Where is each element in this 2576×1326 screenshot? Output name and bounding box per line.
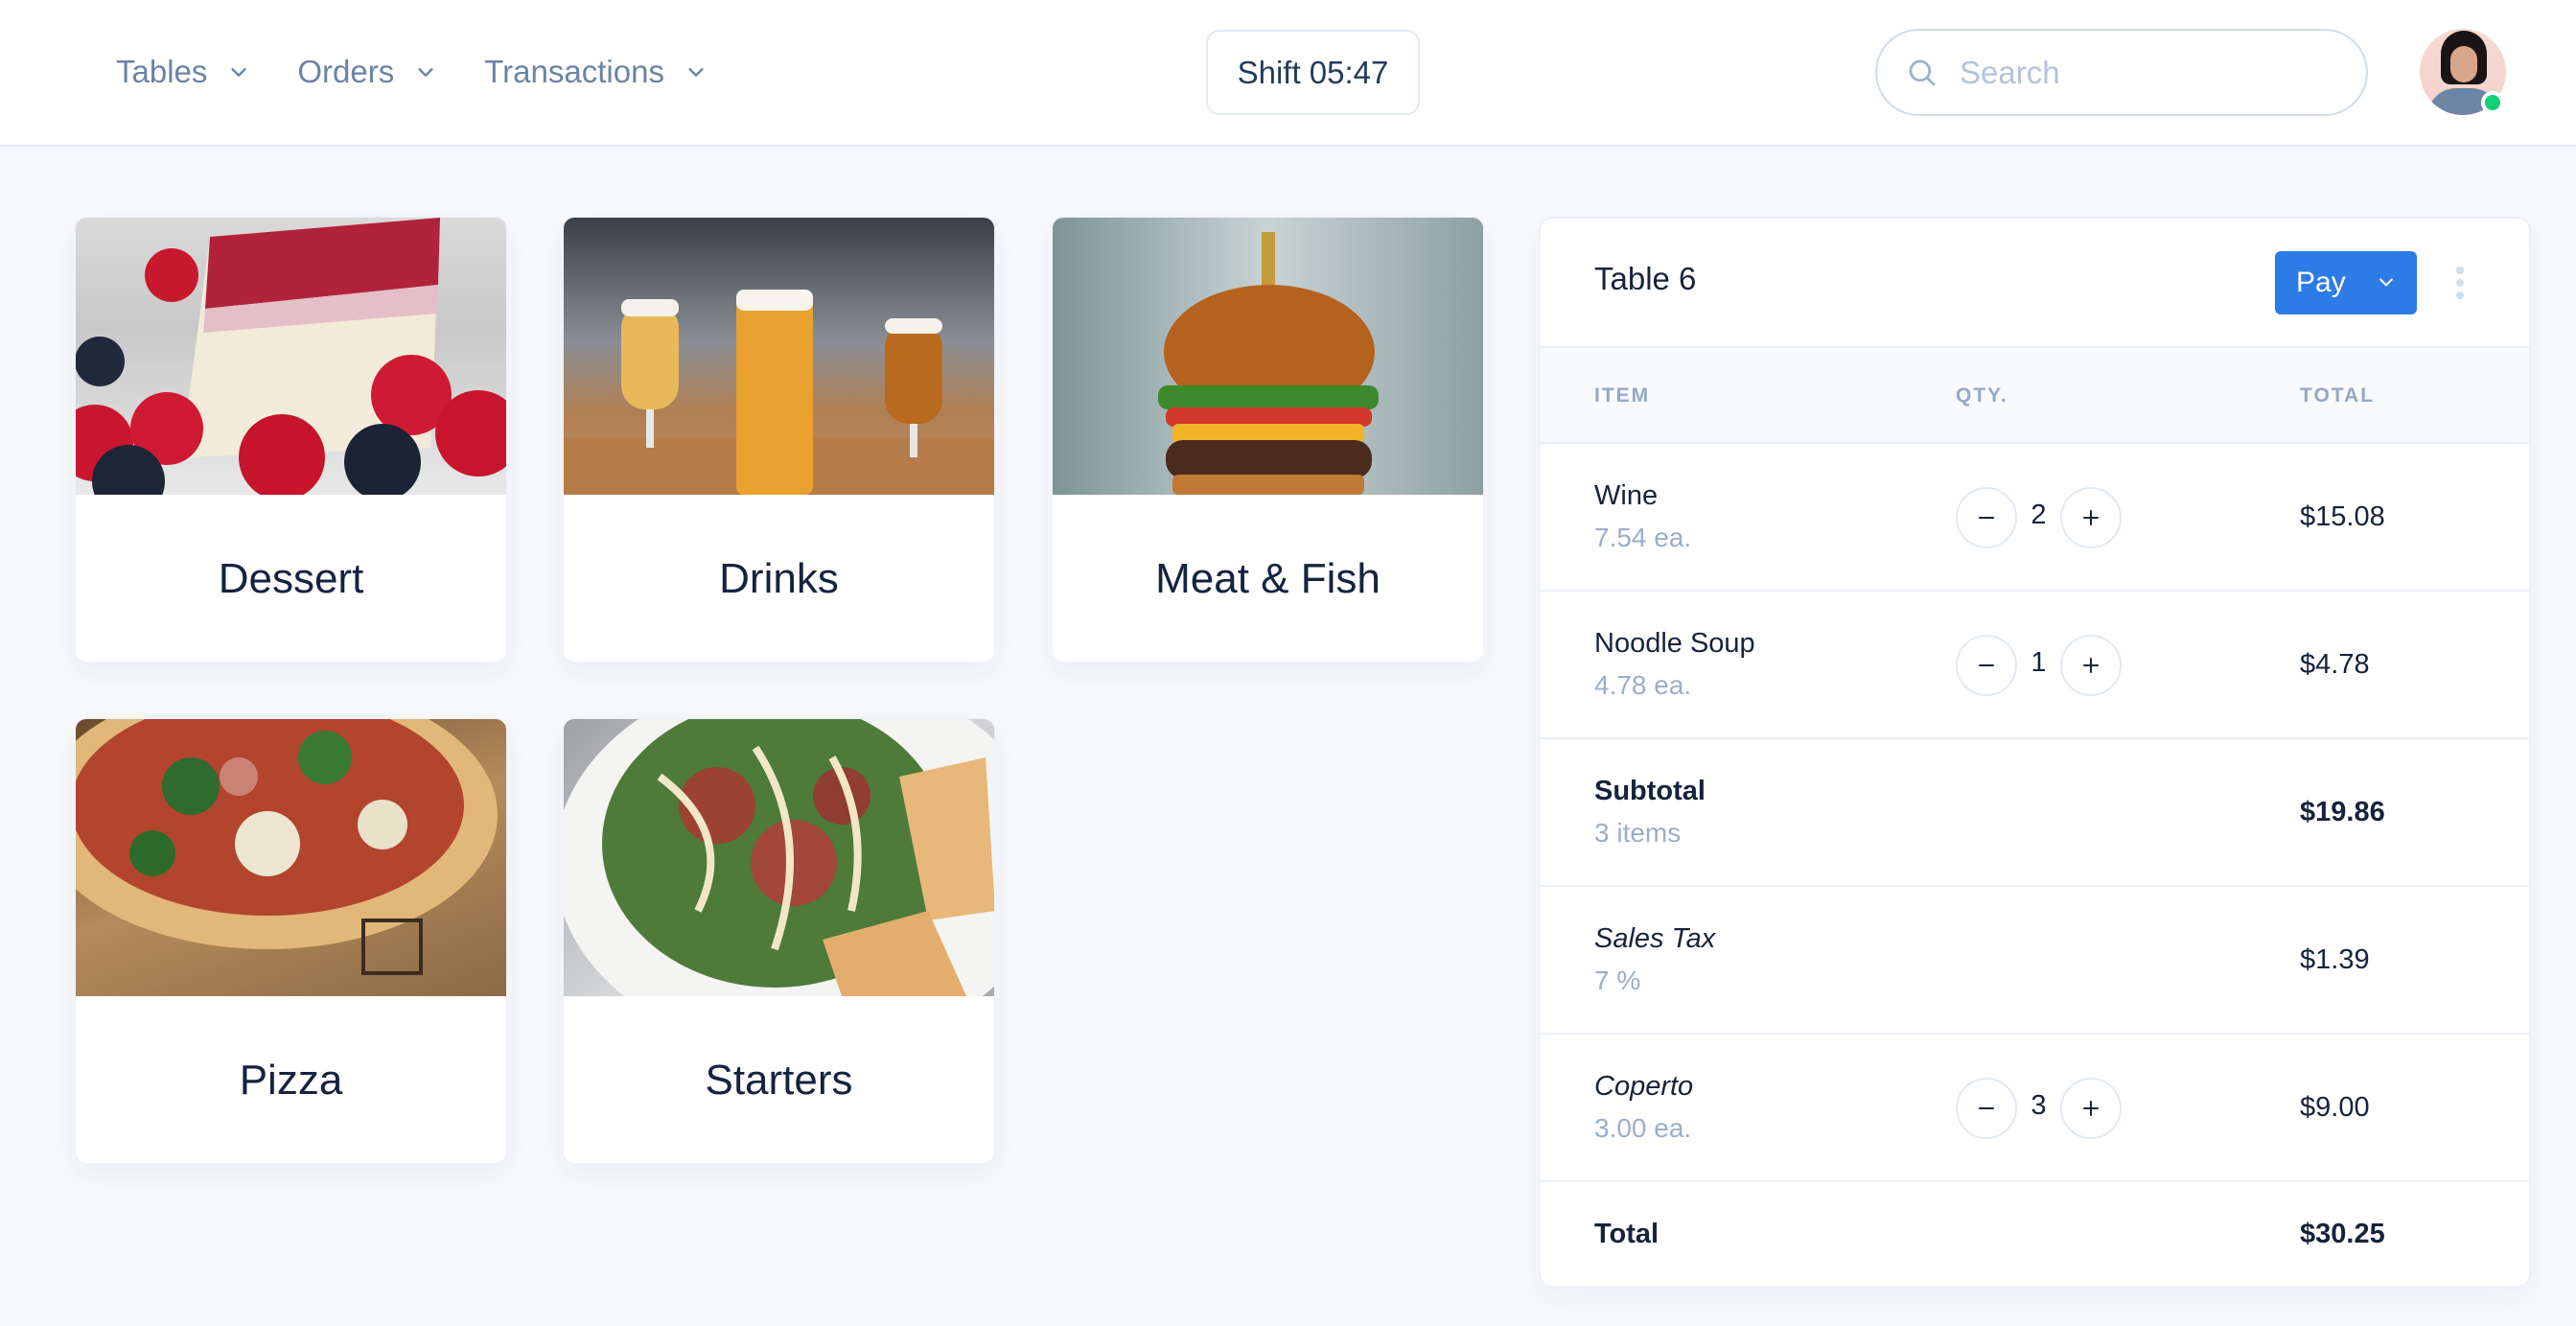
order-panel: Table 6 Pay ITEM QTY. TOTAL Wine 7.54 ea… (1539, 217, 2531, 1288)
chevron-down-icon (415, 61, 436, 82)
chevron-down-icon (228, 61, 249, 82)
order-panel-header: Table 6 Pay (1541, 219, 2529, 348)
sales-tax-amount: $1.39 (2300, 944, 2370, 975)
shift-timer-button[interactable]: Shift 05:47 (1206, 30, 1420, 115)
item-unit-price: 4.78 ea. (1594, 670, 1692, 700)
search-box[interactable] (1875, 29, 2368, 116)
coperto-row: Coperto 3.00 ea. 3 $9.00 (1541, 1035, 2529, 1182)
nav-transactions[interactable]: Transactions (484, 54, 707, 90)
category-label: Drinks (719, 555, 839, 602)
sales-tax-label: Sales Tax (1594, 923, 1716, 954)
increment-button[interactable] (2060, 1078, 2122, 1139)
coperto-unit-price: 3.00 ea. (1594, 1113, 1692, 1143)
quantity-value: 1 (2031, 646, 2047, 678)
nav-transactions-label: Transactions (484, 54, 664, 89)
nav-orders[interactable]: Orders (297, 54, 436, 90)
online-status-indicator (2481, 91, 2504, 114)
decrement-button[interactable] (1956, 635, 2017, 696)
quantity-stepper: 3 (1956, 1078, 2122, 1139)
nav-tables-label: Tables (116, 54, 208, 89)
dessert-image (76, 218, 506, 495)
plus-icon (2083, 658, 2099, 673)
increment-button[interactable] (2060, 487, 2122, 548)
quantity-value: 3 (2031, 1089, 2047, 1121)
minus-icon (1979, 664, 1994, 666)
more-options-icon[interactable] (2446, 259, 2474, 307)
pay-button-label: Pay (2296, 267, 2346, 298)
main-nav: Tables Orders Transactions (116, 0, 754, 144)
category-label: Starters (705, 1057, 853, 1104)
item-name: Noodle Soup (1594, 628, 1755, 659)
pizza-image (76, 719, 506, 996)
decrement-button[interactable] (1956, 487, 2017, 548)
item-total: $4.78 (2300, 649, 2370, 680)
sales-tax-row: Sales Tax 7 % $1.39 (1541, 887, 2529, 1035)
plus-icon (2083, 510, 2099, 525)
sales-tax-rate: 7 % (1594, 965, 1641, 995)
quantity-value: 2 (2031, 499, 2047, 530)
total-row: Total $30.25 (1541, 1182, 2529, 1286)
plus-icon (2083, 1101, 2099, 1116)
search-icon (1906, 57, 1938, 89)
column-header-item: ITEM (1594, 384, 1651, 407)
column-header-total: TOTAL (2300, 384, 2376, 407)
decrement-button[interactable] (1956, 1078, 2017, 1139)
category-label: Pizza (239, 1057, 343, 1104)
quantity-stepper: 1 (1956, 635, 2122, 696)
column-header-qty: QTY. (1956, 384, 2008, 407)
meat-fish-image (1053, 218, 1483, 495)
drinks-image (564, 218, 994, 495)
category-card-starters[interactable]: Starters (563, 718, 995, 1164)
total-amount: $30.25 (2300, 1219, 2385, 1249)
coperto-amount: $9.00 (2300, 1092, 2370, 1123)
increment-button[interactable] (2060, 635, 2122, 696)
order-table-header: ITEM QTY. TOTAL (1541, 348, 2529, 444)
category-label: Meat & Fish (1155, 555, 1381, 602)
pay-button[interactable]: Pay (2275, 251, 2417, 314)
starters-image (564, 719, 994, 996)
order-table-title: Table 6 (1594, 261, 1697, 296)
total-label: Total (1594, 1219, 1659, 1249)
subtotal-row: Subtotal 3 items $19.86 (1541, 739, 2529, 887)
subtotal-label: Subtotal (1594, 776, 1706, 806)
category-card-drinks[interactable]: Drinks (563, 217, 995, 663)
category-card-dessert[interactable]: Dessert (75, 217, 507, 663)
category-label: Dessert (218, 555, 364, 602)
shift-timer-label: Shift 05:47 (1237, 54, 1389, 90)
item-unit-price: 7.54 ea. (1594, 523, 1692, 552)
chevron-down-icon[interactable] (2377, 272, 2396, 291)
order-item-row: Noodle Soup 4.78 ea. 1 $4.78 (1541, 592, 2529, 739)
category-card-pizza[interactable]: Pizza (75, 718, 507, 1164)
quantity-stepper: 2 (1956, 487, 2122, 548)
order-item-row: Wine 7.54 ea. 2 $15.08 (1541, 444, 2529, 592)
category-card-meat-fish[interactable]: Meat & Fish (1052, 217, 1484, 663)
item-total: $15.08 (2300, 501, 2385, 532)
nav-tables[interactable]: Tables (116, 54, 249, 90)
subtotal-amount: $19.86 (2300, 797, 2385, 827)
chevron-down-icon (685, 61, 707, 82)
minus-icon (1979, 1107, 1994, 1109)
subtotal-item-count: 3 items (1594, 818, 1682, 848)
search-input[interactable] (1960, 54, 2324, 91)
top-bar: Tables Orders Transactions Shift 05:47 (0, 0, 2576, 147)
item-name: Wine (1594, 480, 1659, 511)
minus-icon (1979, 517, 1994, 519)
coperto-label: Coperto (1594, 1071, 1694, 1102)
nav-orders-label: Orders (297, 54, 395, 89)
